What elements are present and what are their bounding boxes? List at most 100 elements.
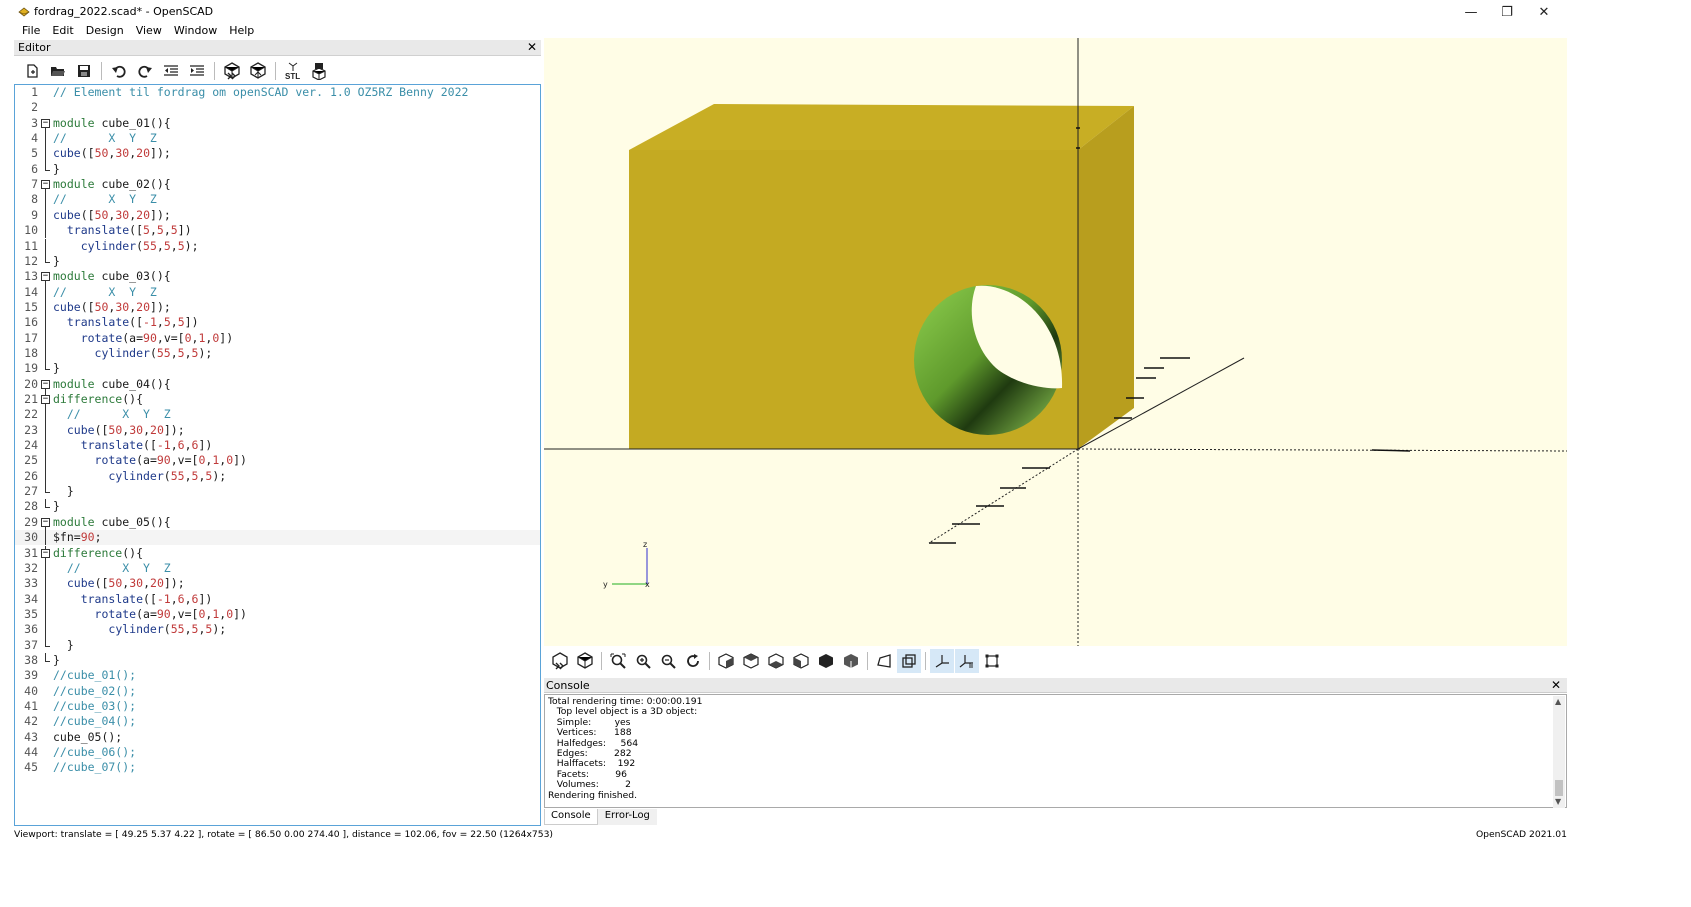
show-scale-button[interactable] [955, 649, 979, 673]
unindent-button[interactable] [159, 60, 183, 82]
code-line[interactable]: 43 cube_05(); [15, 730, 540, 745]
new-file-button[interactable] [20, 60, 44, 82]
code-line[interactable]: 30 $fn=90; [15, 530, 540, 546]
close-window-button[interactable]: ✕ [1523, 0, 1565, 24]
code-line[interactable]: 41 //cube_03(); [15, 699, 540, 714]
code-line[interactable]: 35 rotate(a=90,v=[0,1,0]) [15, 607, 540, 622]
code-line[interactable]: 32 // X Y Z [15, 561, 540, 576]
menu-help[interactable]: Help [223, 22, 260, 40]
fold-toggle-icon[interactable]: − [41, 379, 50, 389]
fold-toggle-icon[interactable]: − [41, 517, 50, 527]
open-file-button[interactable] [46, 60, 70, 82]
code-line[interactable]: 13− module cube_03(){ [15, 269, 540, 284]
menu-design[interactable]: Design [80, 22, 130, 40]
perspective-button[interactable] [872, 649, 896, 673]
export-stl-button[interactable]: STL [281, 60, 305, 82]
show-edges-button[interactable] [980, 649, 1004, 673]
code-line[interactable]: 21− difference(){ [15, 392, 540, 407]
view-left-button[interactable] [789, 649, 813, 673]
code-line[interactable]: 5 cube([50,30,20]); [15, 146, 540, 161]
console-close-button[interactable]: ✕ [1551, 678, 1561, 692]
code-line[interactable]: 38} [15, 652, 540, 668]
console-scrollbar[interactable]: ▲ ▼ [1553, 696, 1565, 808]
code-editor[interactable]: 1 // Element til fordrag om openSCAD ver.… [14, 84, 541, 826]
fold-toggle-icon[interactable]: − [41, 548, 50, 558]
code-line[interactable]: 34 translate([-1,6,6]) [15, 592, 540, 607]
code-line[interactable]: 20− module cube_04(){ [15, 377, 540, 392]
menu-edit[interactable]: Edit [46, 22, 79, 40]
reset-view-button[interactable] [681, 649, 705, 673]
code-line[interactable]: 4 // X Y Z [15, 131, 540, 146]
code-line[interactable]: 10 translate([5,5,5]) [15, 223, 540, 238]
code-line[interactable]: 17 rotate(a=90,v=[0,1,0]) [15, 331, 540, 346]
view-bottom-button[interactable] [764, 649, 788, 673]
code-line[interactable]: 7− module cube_02(){ [15, 177, 540, 192]
code-line[interactable]: 14 // X Y Z [15, 285, 540, 300]
code-line[interactable]: 2 [15, 100, 540, 115]
preview-button[interactable] [548, 649, 572, 673]
save-button[interactable] [72, 60, 96, 82]
code-line[interactable]: 24 translate([-1,6,6]) [15, 438, 540, 453]
indent-button[interactable] [185, 60, 209, 82]
code-line[interactable]: 28} [15, 499, 540, 514]
code-line[interactable]: 9 cube([50,30,20]); [15, 208, 540, 223]
code-line[interactable]: 39 //cube_01(); [15, 668, 540, 683]
redo-button[interactable] [133, 60, 157, 82]
tab-error-log[interactable]: Error-Log [597, 809, 657, 825]
orthogonal-button[interactable] [897, 649, 921, 673]
maximize-button[interactable]: ❐ [1486, 0, 1528, 24]
code-line[interactable]: 44 //cube_06(); [15, 745, 540, 760]
zoom-in-button[interactable] [631, 649, 655, 673]
view-right-button[interactable] [714, 649, 738, 673]
code-line[interactable]: 23 cube([50,30,20]); [15, 423, 540, 438]
render-button[interactable] [573, 649, 597, 673]
fold-toggle-icon[interactable]: − [41, 272, 50, 282]
fold-toggle-icon[interactable]: − [41, 118, 50, 128]
tab-console[interactable]: Console [544, 809, 598, 825]
code-line[interactable]: 29− module cube_05(){ [15, 515, 540, 530]
undo-button[interactable] [107, 60, 131, 82]
code-line[interactable]: 11 cylinder(55,5,5); [15, 239, 540, 254]
menu-file[interactable]: File [16, 22, 46, 40]
menu-view[interactable]: View [130, 22, 168, 40]
render-button[interactable] [246, 60, 270, 82]
view-all-button[interactable] [606, 649, 630, 673]
view-top-button[interactable] [739, 649, 763, 673]
send-to-print-button[interactable] [307, 60, 331, 82]
code-line[interactable]: 1 // Element til fordrag om openSCAD ver.… [15, 85, 540, 100]
code-line[interactable]: 22 // X Y Z [15, 407, 540, 422]
code-line[interactable]: 19} [15, 361, 540, 376]
code-line[interactable]: 45 //cube_07(); [15, 760, 540, 775]
view-front-button[interactable] [814, 649, 838, 673]
code-line[interactable]: 40 //cube_02(); [15, 684, 540, 699]
scroll-up-icon[interactable]: ▲ [1555, 697, 1561, 706]
code-line[interactable]: 18 cylinder(55,5,5); [15, 346, 540, 361]
show-axes-button[interactable] [930, 649, 954, 673]
code-line[interactable]: 12} [15, 253, 540, 269]
scroll-down-icon[interactable]: ▼ [1555, 797, 1561, 806]
code-line[interactable]: 31− difference(){ [15, 546, 540, 561]
zoom-out-button[interactable] [656, 649, 680, 673]
console-scroll-thumb[interactable] [1555, 780, 1563, 796]
code-line[interactable]: 33 cube([50,30,20]); [15, 576, 540, 591]
console-output[interactable]: Total rendering time: 0:00:00.191 Top le… [544, 694, 1567, 808]
code-line[interactable]: 6} [15, 161, 540, 177]
menu-window[interactable]: Window [168, 22, 223, 40]
code-line[interactable]: 25 rotate(a=90,v=[0,1,0]) [15, 453, 540, 468]
code-line[interactable]: 16 translate([-1,5,5]) [15, 315, 540, 330]
preview-button[interactable] [220, 60, 244, 82]
code-line[interactable]: 42 //cube_04(); [15, 714, 540, 729]
code-line[interactable]: 15 cube([50,30,20]); [15, 300, 540, 315]
code-line[interactable]: 37 } [15, 637, 540, 653]
editor-close-button[interactable]: ✕ [527, 40, 537, 54]
fold-toggle-icon[interactable]: − [41, 395, 50, 404]
code-token: , [163, 223, 171, 238]
view-back-button[interactable] [839, 649, 863, 673]
code-line[interactable]: 8 // X Y Z [15, 192, 540, 207]
code-line[interactable]: 36 cylinder(55,5,5); [15, 622, 540, 637]
code-line[interactable]: 27 } [15, 484, 540, 499]
fold-toggle-icon[interactable]: − [41, 180, 50, 190]
3d-viewport[interactable]: z y x [544, 38, 1567, 646]
code-line[interactable]: 26 cylinder(55,5,5); [15, 469, 540, 484]
code-line[interactable]: 3− module cube_01(){ [15, 116, 540, 131]
